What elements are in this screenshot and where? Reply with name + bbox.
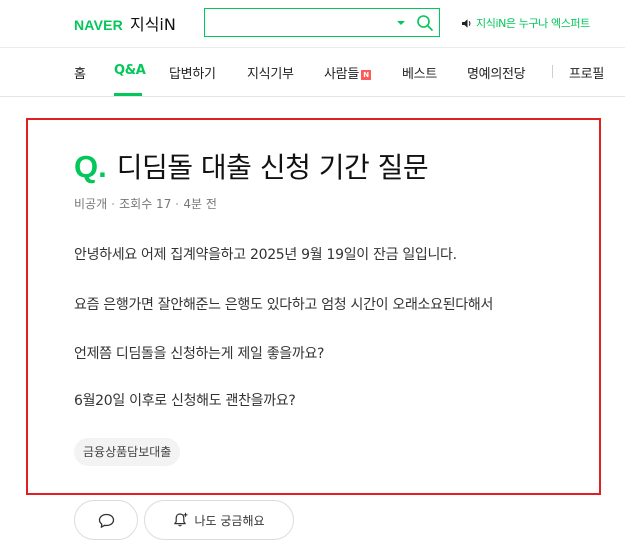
chevron-down-icon[interactable] [396, 18, 406, 28]
question-title-text: 디딤돌 대출 신청 기간 질문 [116, 151, 429, 184]
comment-button[interactable] [74, 500, 138, 540]
search-input[interactable] [205, 9, 391, 36]
question-body-line: 요즘 은행가면 잘안해준느 은행도 있다하고 엄청 시간이 오래소요된다해서 [74, 297, 494, 313]
search-box [204, 8, 440, 37]
tab-answer[interactable]: 답변하기 [169, 63, 216, 82]
kin-logo[interactable]: 지식iN [130, 11, 176, 35]
author: 비공개 [74, 197, 108, 211]
tab-hall-of-fame[interactable]: 명예의전당 [467, 63, 526, 82]
speaker-icon [462, 18, 471, 28]
nav-divider [552, 65, 553, 78]
question-body-line: 6월20일 이후로 신청해도 괜찬을까요? [74, 393, 296, 409]
q-mark: Q. [74, 149, 107, 184]
question-title: Q. 디딤돌 대출 신청 기간 질문 [74, 146, 429, 186]
main-nav: 홈 Q&A 답변하기 지식기부 사람들 N 베스트 명예의전당 프로필 [0, 49, 625, 97]
tab-best[interactable]: 베스트 [402, 63, 437, 82]
tab-qna[interactable]: Q&A [114, 63, 146, 78]
curious-label: 나도 궁금해요 [194, 513, 265, 528]
expert-promo-link[interactable]: 지식iN은 누구나 엑스퍼트 [461, 15, 590, 31]
question-meta: 비공개 조회수 17 4분 전 [74, 195, 217, 212]
me-too-curious-button[interactable]: 나도 궁금해요 [144, 500, 294, 540]
bell-icon [174, 512, 188, 527]
question-body-line: 언제쯤 디딤돌을 신청하는게 제일 좋을까요? [74, 346, 325, 362]
view-count: 조회수 17 [119, 197, 172, 211]
logo[interactable]: NAVER 지식iN [74, 11, 176, 35]
naver-logo[interactable]: NAVER [74, 17, 123, 33]
meta-dot [112, 202, 115, 205]
tab-people[interactable]: 사람들 N [324, 63, 371, 82]
new-badge: N [360, 69, 371, 80]
tab-donate[interactable]: 지식기부 [247, 63, 294, 82]
category-tag[interactable]: 금융상품담보대출 [74, 438, 181, 466]
tab-home[interactable]: 홈 [74, 63, 86, 82]
search-icon[interactable] [416, 14, 434, 32]
active-tab-indicator [114, 93, 142, 96]
question-body-line: 안녕하세요 어제 집계약을하고 2025년 9월 19일이 잔금 일입니다. [74, 247, 457, 263]
promo-label: 지식iN은 누구나 엑스퍼트 [476, 17, 590, 30]
tab-people-label: 사람들 [324, 67, 359, 82]
tab-profile[interactable]: 프로필 [569, 63, 604, 82]
comment-icon [98, 513, 115, 528]
post-time: 4분 전 [183, 197, 217, 211]
top-header: NAVER 지식iN 지식iN은 누구나 엑스퍼트 [0, 0, 625, 48]
meta-dot [176, 202, 179, 205]
